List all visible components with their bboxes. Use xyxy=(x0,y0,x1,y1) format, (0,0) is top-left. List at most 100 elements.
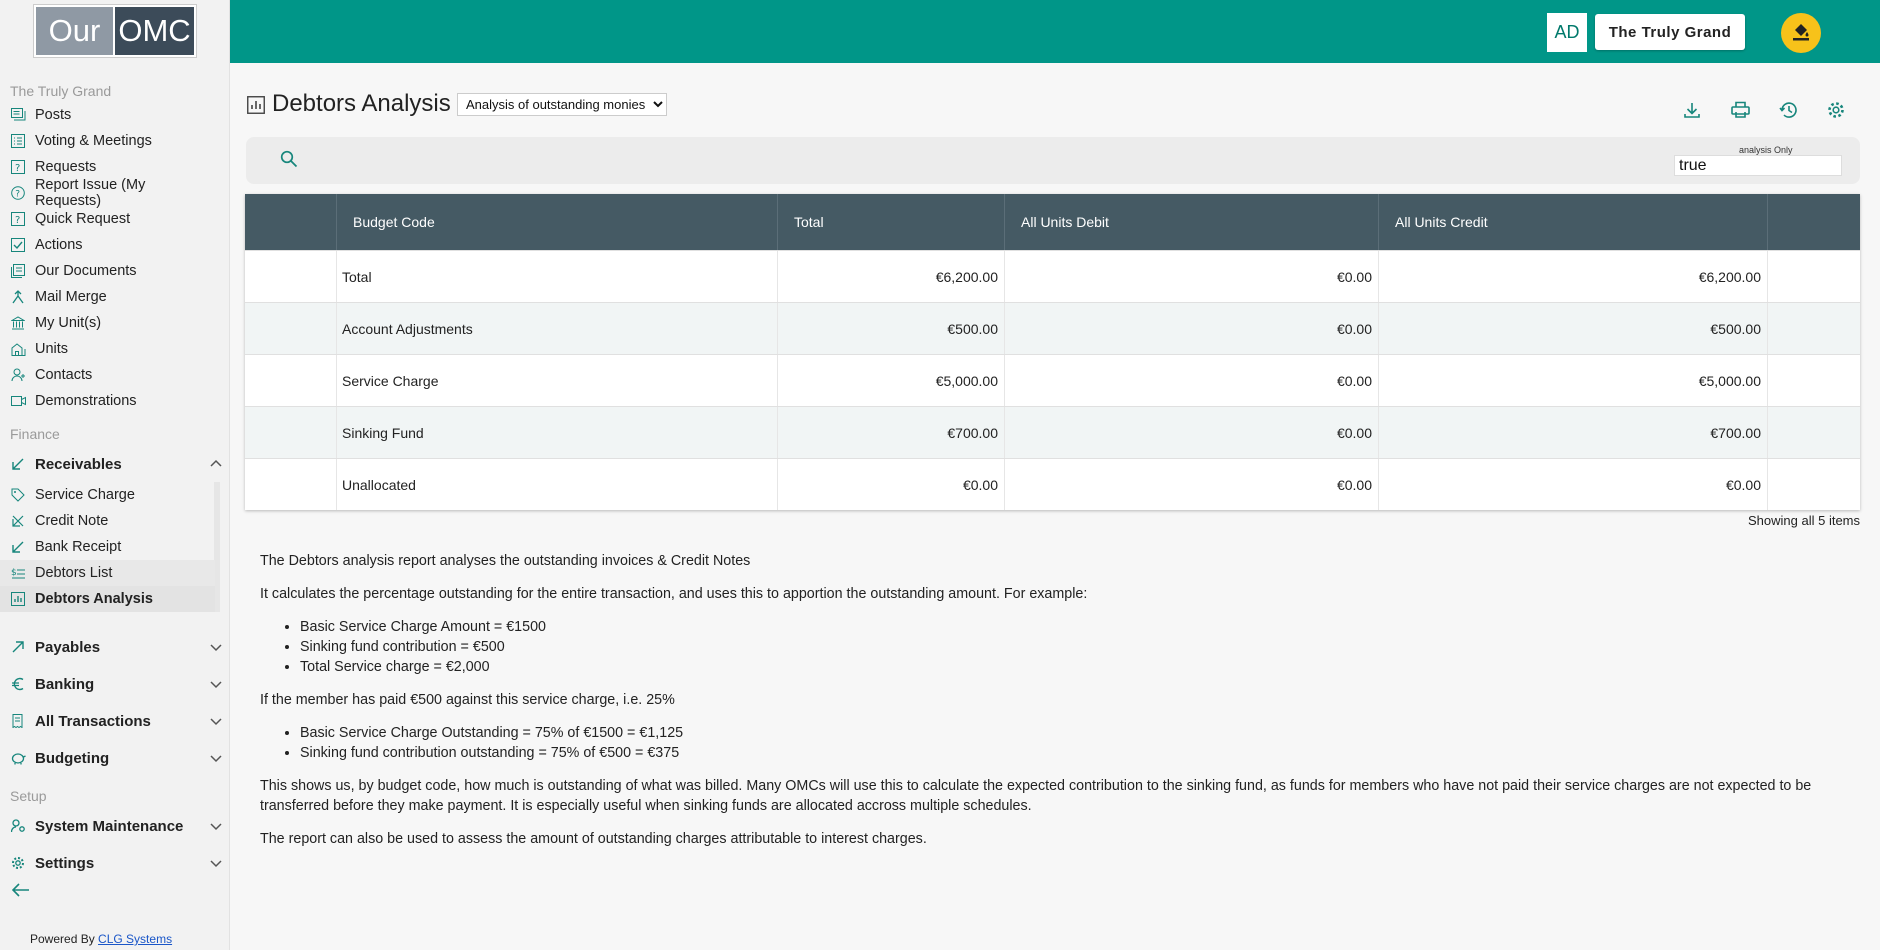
logo-part-omc: OMC xyxy=(115,7,194,55)
cell-total: €500.00 xyxy=(778,303,1005,354)
sidebar-item-bank-receipt[interactable]: Bank Receipt xyxy=(0,534,215,560)
sidebar-group-all-transactions[interactable]: All Transactions xyxy=(0,706,230,736)
quick-request-icon: ? xyxy=(11,211,35,227)
sidebar-group-system-maintenance[interactable]: System Maintenance xyxy=(0,811,230,841)
user-avatar[interactable]: AD xyxy=(1547,13,1587,52)
analysis-only-input[interactable] xyxy=(1674,155,1842,176)
sidebar-group-banking[interactable]: Banking xyxy=(0,669,230,699)
report-description: The Debtors analysis report analyses the… xyxy=(260,551,1860,862)
header-cell-blank xyxy=(245,194,337,250)
description-paragraph: The Debtors analysis report analyses the… xyxy=(260,553,751,569)
collapse-sidebar-arrow-left-icon[interactable] xyxy=(11,883,30,901)
sidebar-group-label: Budgeting xyxy=(35,749,110,767)
contacts-icon xyxy=(11,367,35,383)
section-setup: Setup xyxy=(10,788,47,804)
voting-icon xyxy=(11,133,35,149)
tag-icon xyxy=(11,487,35,503)
sidebar-item-documents[interactable]: Our Documents xyxy=(0,258,215,284)
sidebar-item-my-units[interactable]: My Unit(s) xyxy=(0,310,215,336)
row-spacer xyxy=(245,407,337,458)
arrow-down-left-icon xyxy=(11,456,35,472)
history-icon[interactable] xyxy=(1779,101,1798,123)
search-icon[interactable] xyxy=(280,150,298,172)
table-row[interactable]: Sinking Fund €700.00 €0.00 €700.00 xyxy=(245,406,1860,458)
description-paragraph: It calculates the percentage outstanding… xyxy=(260,586,1088,602)
paint-bucket-icon xyxy=(1791,21,1811,45)
sidebar-item-voting[interactable]: Voting & Meetings xyxy=(0,128,215,154)
settings-icon[interactable] xyxy=(1827,101,1845,123)
report-type-select[interactable]: Analysis of outstanding monies xyxy=(457,93,667,116)
sidebar-item-label: Report Issue (My Requests) xyxy=(34,177,146,209)
row-spacer xyxy=(245,355,337,406)
cell-debit: €0.00 xyxy=(1005,355,1379,406)
chevron-down-icon xyxy=(210,856,222,873)
cell-credit: €700.00 xyxy=(1379,407,1768,458)
row-spacer-end xyxy=(1768,459,1860,510)
sidebar-item-service-charge[interactable]: Service Charge xyxy=(0,482,215,508)
download-icon[interactable] xyxy=(1683,101,1701,123)
cell-budget-code: Service Charge xyxy=(337,355,778,406)
sidebar-item-label: Units xyxy=(35,341,69,357)
cell-credit: €6,200.00 xyxy=(1379,251,1768,302)
debtors-list-icon: $ xyxy=(11,565,35,581)
transactions-icon xyxy=(11,713,35,729)
arrow-up-right-icon xyxy=(11,639,35,655)
theme-button[interactable] xyxy=(1781,13,1821,53)
row-spacer-end xyxy=(1768,303,1860,354)
sidebar-item-debtors-analysis[interactable]: Debtors Analysis xyxy=(0,586,215,612)
powered-by: Powered By CLG Systems xyxy=(30,932,172,946)
sidebar-item-posts[interactable]: Posts xyxy=(0,102,215,128)
bank-icon xyxy=(11,315,35,331)
sidebar-item-label: Requests xyxy=(35,159,97,175)
row-spacer-end xyxy=(1768,251,1860,302)
header-total[interactable]: Total xyxy=(778,194,1005,250)
table-row[interactable]: Total €6,200.00 €0.00 €6,200.00 xyxy=(245,250,1860,302)
row-spacer xyxy=(245,459,337,510)
arrow-down-left-icon xyxy=(11,539,35,555)
sidebar-item-report-issue[interactable]: ? Report Issue (My Requests) xyxy=(0,177,215,209)
sidebar-item-debtors-list[interactable]: $ Debtors List xyxy=(0,560,215,586)
list-item: Sinking fund contribution = €500 xyxy=(300,637,1860,657)
piggy-bank-icon xyxy=(11,750,35,766)
sidebar-item-mail-merge[interactable]: Mail Merge xyxy=(0,284,215,310)
mail-merge-icon xyxy=(11,289,35,305)
sidebar-group-budgeting[interactable]: Budgeting xyxy=(0,743,230,773)
sidebar-group-label: All Transactions xyxy=(35,712,151,730)
sidebar-item-credit-note[interactable]: Credit Note xyxy=(0,508,215,534)
cell-total: €6,200.00 xyxy=(778,251,1005,302)
table-row[interactable]: Service Charge €5,000.00 €0.00 €5,000.00 xyxy=(245,354,1860,406)
gear-icon xyxy=(11,855,35,871)
sidebar-group-settings[interactable]: Settings xyxy=(0,848,230,878)
debtors-analysis-table: Budget Code Total All Units Debit All Un… xyxy=(245,194,1860,510)
sidebar-group-payables[interactable]: Payables xyxy=(0,632,230,662)
help-icon: ? xyxy=(11,185,35,201)
header-budget-code[interactable]: Budget Code xyxy=(337,194,778,250)
chevron-down-icon xyxy=(210,677,222,694)
sidebar-item-quick-request[interactable]: ? Quick Request xyxy=(0,206,215,232)
sidebar-item-demonstrations[interactable]: Demonstrations xyxy=(0,388,215,414)
organisation-button[interactable]: The Truly Grand xyxy=(1595,14,1745,50)
header-all-units-credit[interactable]: All Units Credit xyxy=(1379,194,1768,250)
app-logo[interactable]: Our OMC xyxy=(34,5,196,57)
cell-debit: €0.00 xyxy=(1005,251,1379,302)
table-row[interactable]: Account Adjustments €500.00 €0.00 €500.0… xyxy=(245,302,1860,354)
list-item: Sinking fund contribution outstanding = … xyxy=(300,743,1860,763)
sidebar-item-label: Voting & Meetings xyxy=(35,133,152,149)
header-all-units-debit[interactable]: All Units Debit xyxy=(1005,194,1379,250)
sidebar-group-label: System Maintenance xyxy=(35,817,184,835)
sidebar-item-actions[interactable]: Actions xyxy=(0,232,215,258)
chevron-up-icon xyxy=(210,457,222,474)
sidebar-item-units[interactable]: Units xyxy=(0,336,215,362)
sidebar-item-contacts[interactable]: Contacts xyxy=(0,362,215,388)
sidebar-group-receivables[interactable]: Receivables xyxy=(0,449,230,479)
chevron-down-icon xyxy=(210,640,222,657)
sidebar-item-label: Bank Receipt xyxy=(35,539,122,555)
print-icon[interactable] xyxy=(1731,101,1750,123)
clg-systems-link[interactable]: CLG Systems xyxy=(98,932,172,946)
table-row[interactable]: Unallocated €0.00 €0.00 €0.00 xyxy=(245,458,1860,510)
cell-budget-code: Total xyxy=(337,251,778,302)
outstanding-list: Basic Service Charge Outstanding = 75% o… xyxy=(300,723,1860,763)
powered-by-text: Powered By xyxy=(30,932,95,946)
cell-budget-code: Unallocated xyxy=(337,459,778,510)
requests-icon: ? xyxy=(11,159,35,175)
